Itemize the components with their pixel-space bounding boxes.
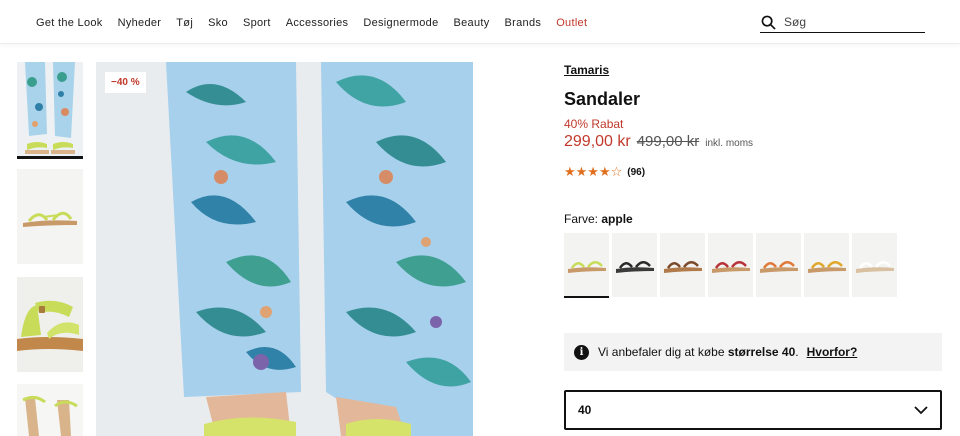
sandal-apple-icon — [564, 233, 609, 297]
nav-item-designermode[interactable]: Designermode — [363, 17, 438, 29]
main-product-image[interactable]: −40 % — [96, 62, 473, 436]
sandal-black-icon — [612, 233, 657, 297]
nav-item-sko[interactable]: Sko — [208, 17, 228, 29]
color-value: apple — [601, 212, 633, 226]
thumbnail-2[interactable] — [17, 169, 83, 264]
rating-count[interactable]: (96) — [627, 167, 645, 178]
color-label: Farve: apple — [564, 212, 633, 226]
nav-item-beauty[interactable]: Beauty — [453, 17, 489, 29]
size-hint-prefix: Vi anbefaler dig at købe — [598, 345, 728, 359]
sale-price: 299,00 kr — [564, 133, 631, 150]
nav-item-nyheder[interactable]: Nyheder — [118, 17, 162, 29]
size-recommendation: i Vi anbefaler dig at købe størrelse 40.… — [564, 333, 942, 371]
swatch-yellow[interactable] — [804, 233, 849, 297]
search-icon[interactable] — [761, 15, 776, 30]
size-select[interactable]: 40 — [564, 390, 942, 430]
color-label-text: Farve: — [564, 212, 599, 226]
size-select-value: 40 — [578, 403, 592, 417]
size-hint-text: Vi anbefaler dig at købe størrelse 40. — [598, 345, 799, 359]
nav-item-accessories[interactable]: Accessories — [286, 17, 349, 29]
why-link[interactable]: Hvorfor? — [807, 345, 858, 359]
star-rating-icon: ★★★★☆ — [564, 164, 623, 179]
swatch-black[interactable] — [612, 233, 657, 297]
swatch-orange[interactable] — [756, 233, 801, 297]
thumbnail-1[interactable] — [17, 62, 83, 159]
nav-item-sport[interactable]: Sport — [243, 17, 271, 29]
thumbnail-image-sandal-side — [17, 169, 83, 264]
discount-badge: −40 % — [105, 72, 146, 93]
search-input[interactable] — [784, 15, 914, 29]
original-price: 499,00 kr — [636, 133, 700, 150]
vat-note: inkl. moms — [705, 138, 754, 149]
size-hint-size: størrelse 40 — [727, 345, 796, 359]
product-title: Sandaler — [564, 89, 641, 109]
nav-item-get-the-look[interactable]: Get the Look — [36, 17, 103, 29]
swatch-white[interactable] — [852, 233, 897, 297]
product-photo-floral-pants — [96, 62, 473, 436]
nav-item-outlet[interactable]: Outlet — [556, 17, 587, 29]
sandal-white-icon — [852, 233, 897, 297]
thumbnail-image-sandal-top — [17, 384, 83, 436]
thumbnail-3[interactable] — [17, 277, 83, 372]
brand-link[interactable]: Tamaris — [564, 63, 609, 77]
sandal-red-icon — [708, 233, 753, 297]
swatch-brown[interactable] — [660, 233, 705, 297]
size-hint-suffix: . — [795, 345, 799, 359]
search-bar[interactable] — [760, 12, 925, 33]
rating[interactable]: ★★★★☆ (96) — [564, 164, 645, 180]
swatch-red[interactable] — [708, 233, 753, 297]
sandal-orange-icon — [756, 233, 801, 297]
nav-item-toj[interactable]: Tøj — [176, 17, 193, 29]
chevron-down-icon — [914, 405, 928, 414]
swatch-apple[interactable] — [564, 233, 609, 298]
sandal-yellow-icon — [804, 233, 849, 297]
thumbnail-4[interactable] — [17, 384, 83, 436]
site-header: Get the Look Nyheder Tøj Sko Sport Acces… — [0, 0, 960, 44]
info-icon: i — [574, 344, 589, 360]
main-nav: Get the Look Nyheder Tøj Sko Sport Acces… — [36, 17, 602, 29]
price-row: 299,00 kr 499,00 kr inkl. moms — [564, 133, 753, 151]
thumbnail-image-sandal-back — [17, 277, 83, 372]
sandal-brown-icon — [660, 233, 705, 297]
discount-label: 40% Rabat — [564, 117, 624, 131]
thumbnail-image-pants — [17, 62, 83, 159]
color-swatches — [564, 233, 897, 298]
nav-item-brands[interactable]: Brands — [505, 17, 542, 29]
